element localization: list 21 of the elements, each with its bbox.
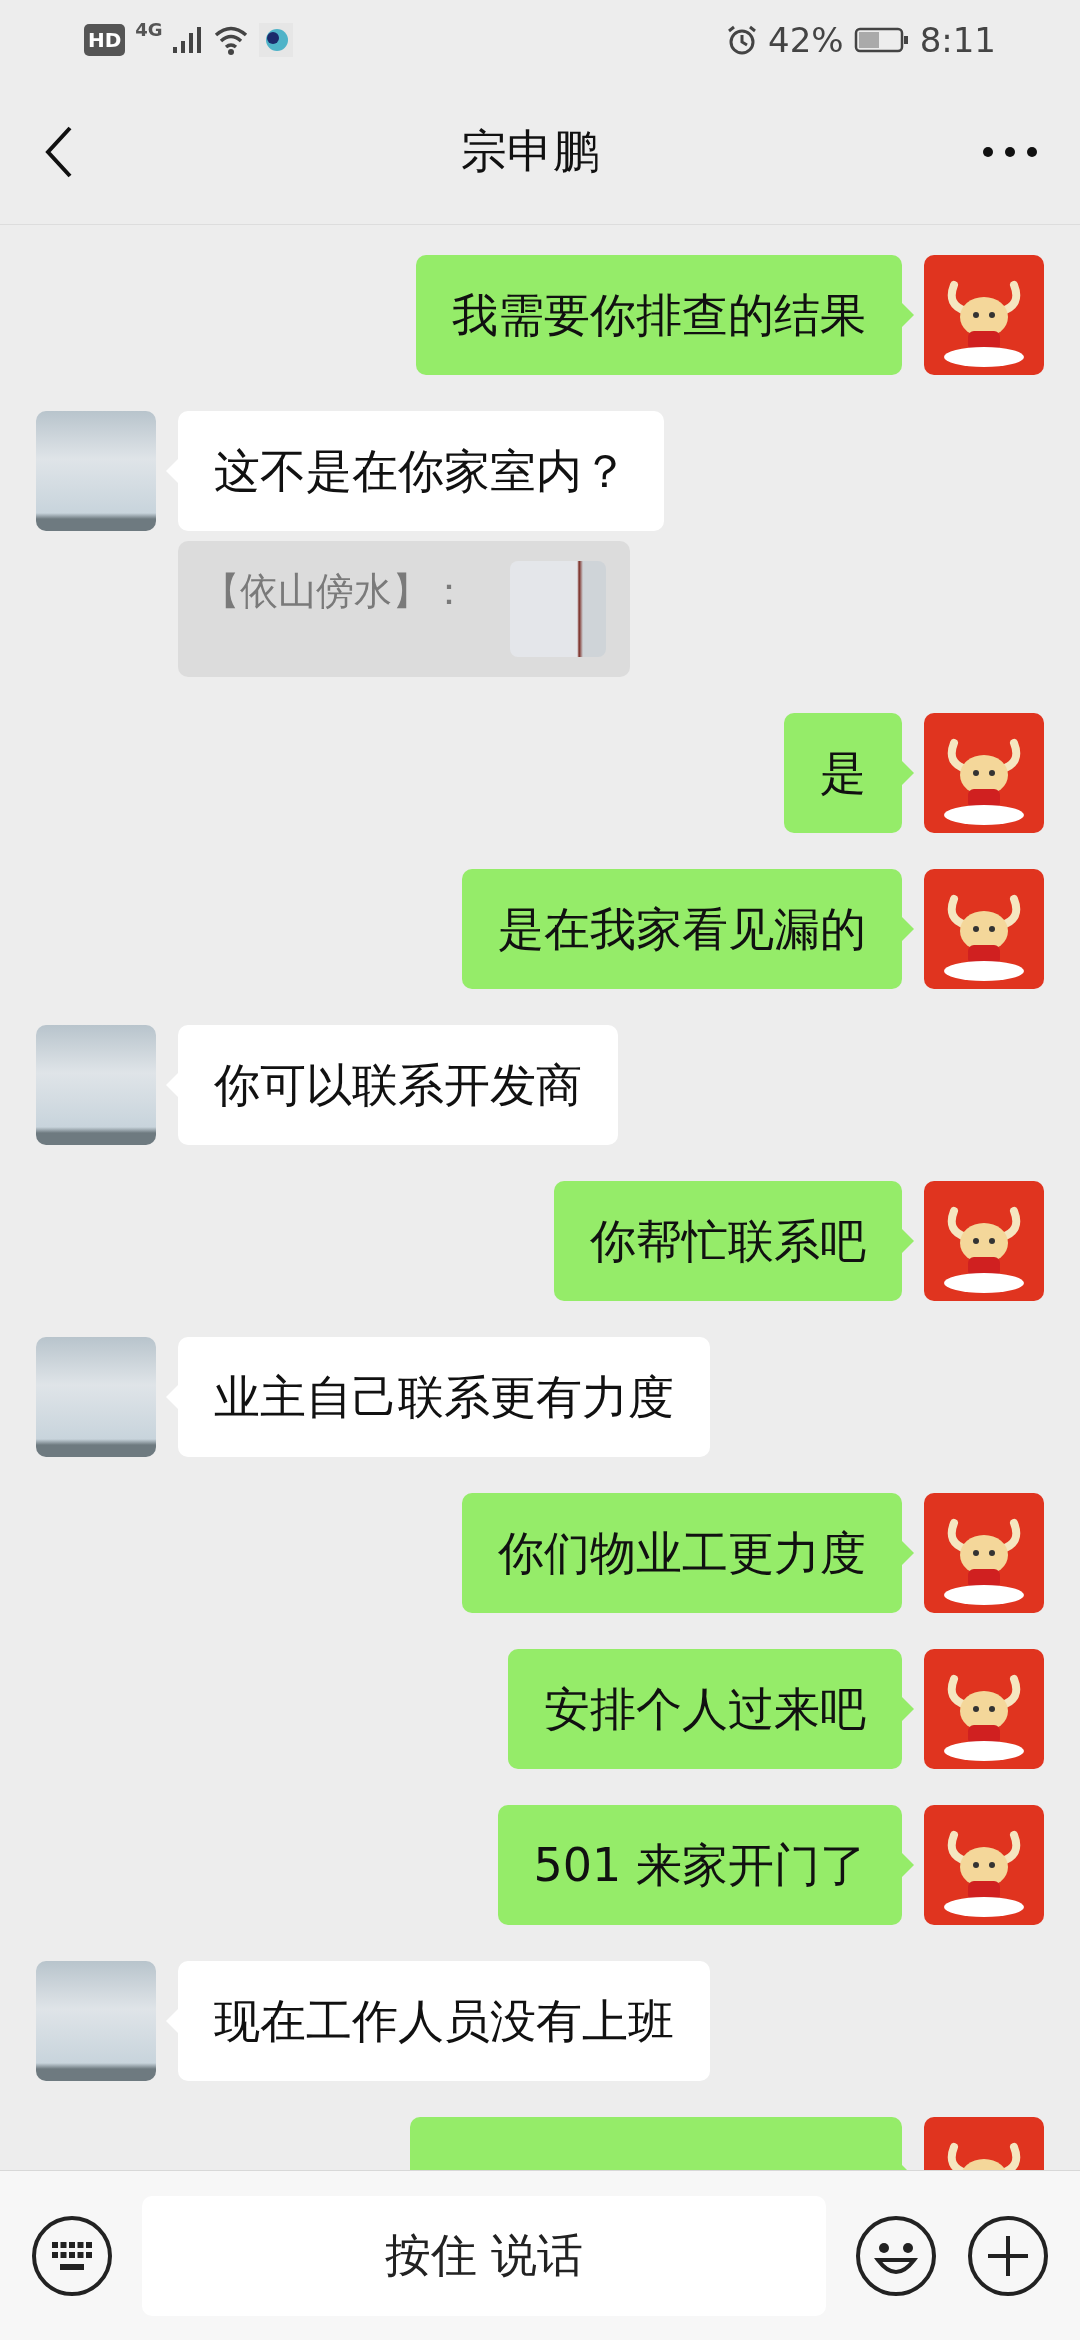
chat-title: 宗申鹏 <box>461 123 599 180</box>
eye-app-icon <box>258 23 293 57</box>
photo-placeholder[interactable] <box>36 1961 156 2081</box>
photo-placeholder[interactable] <box>36 1025 156 1145</box>
hold-to-talk-button[interactable]: 按住 说话 <box>142 2195 826 2316</box>
wifi-icon <box>212 25 249 55</box>
emoji-icon[interactable] <box>854 2213 938 2298</box>
keyboard-icon[interactable] <box>30 2213 114 2298</box>
network-type: 4G <box>135 19 163 40</box>
photo-placeholder[interactable] <box>510 561 606 657</box>
quote-text: 【依山傍水】： <box>202 568 468 615</box>
battery-percent: 42% <box>768 20 844 60</box>
battery-icon <box>853 26 910 54</box>
hd-badge: HD <box>84 24 126 56</box>
more-button[interactable] <box>980 144 1040 160</box>
plus-icon[interactable] <box>966 2213 1050 2298</box>
signal-icon <box>172 25 203 55</box>
photo-placeholder[interactable] <box>36 1337 156 1457</box>
clock-time: 8:11 <box>919 20 996 60</box>
photo-placeholder[interactable] <box>36 411 156 531</box>
alarm-icon <box>726 24 759 56</box>
